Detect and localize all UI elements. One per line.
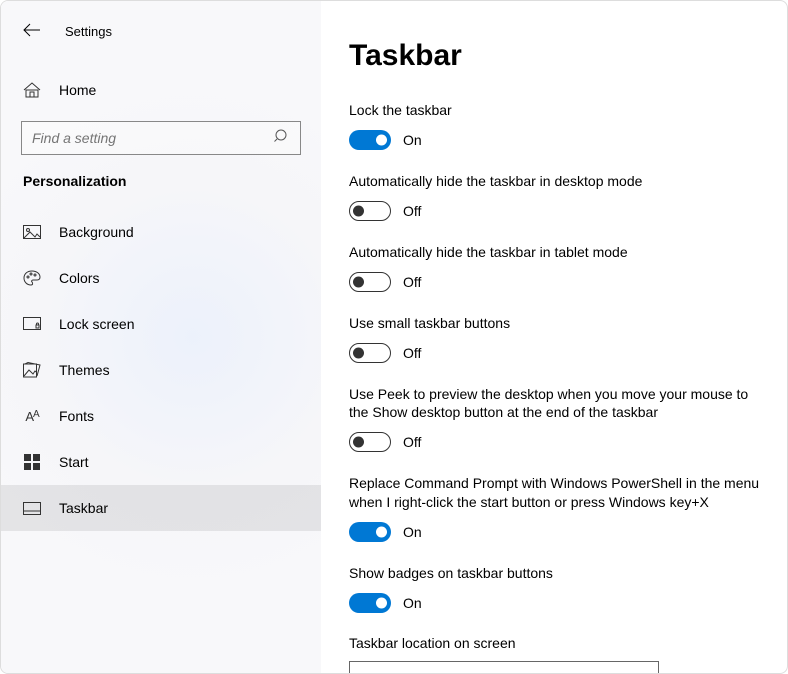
setting-badges: Show badges on taskbar buttons On — [349, 564, 763, 613]
dropdown-value: Bottom — [360, 670, 404, 673]
sidebar-item-colors[interactable]: Colors — [1, 255, 321, 301]
toggle-small-buttons[interactable] — [349, 343, 391, 363]
fonts-icon: AA — [23, 409, 41, 424]
sidebar-item-label: Start — [59, 454, 89, 470]
toggle-state: Off — [403, 274, 421, 290]
search-input[interactable] — [32, 130, 274, 146]
main-panel: Taskbar Lock the taskbar On Automaticall… — [321, 1, 787, 673]
toggle-state: On — [403, 132, 422, 148]
window-header: Settings — [1, 15, 321, 47]
arrow-left-icon — [23, 23, 41, 37]
sidebar-item-taskbar[interactable]: Taskbar — [1, 485, 321, 531]
toggle-state: On — [403, 595, 422, 611]
search-box[interactable] — [21, 121, 301, 155]
setting-label: Automatically hide the taskbar in deskto… — [349, 172, 763, 191]
sidebar: Settings Home Personalization — [1, 1, 321, 673]
back-button[interactable] — [23, 23, 41, 40]
settings-window: Settings Home Personalization — [0, 0, 788, 674]
sidebar-item-label: Lock screen — [59, 316, 134, 332]
sidebar-item-label: Colors — [59, 270, 99, 286]
setting-label: Replace Command Prompt with Windows Powe… — [349, 474, 763, 512]
setting-label: Lock the taskbar — [349, 101, 763, 120]
picture-icon — [23, 225, 41, 239]
sidebar-item-label: Fonts — [59, 408, 94, 424]
toggle-state: Off — [403, 345, 421, 361]
toggle-powershell[interactable] — [349, 522, 391, 542]
setting-peek: Use Peek to preview the desktop when you… — [349, 385, 763, 453]
sidebar-item-label: Taskbar — [59, 500, 108, 516]
setting-powershell: Replace Command Prompt with Windows Powe… — [349, 474, 763, 542]
sidebar-item-background[interactable]: Background — [1, 209, 321, 255]
lock-screen-icon — [23, 317, 41, 331]
setting-label: Automatically hide the taskbar in tablet… — [349, 243, 763, 262]
setting-label: Use Peek to preview the desktop when you… — [349, 385, 763, 423]
page-title: Taskbar — [349, 39, 763, 73]
home-nav[interactable]: Home — [1, 67, 321, 113]
sidebar-item-label: Background — [59, 224, 134, 240]
setting-autohide-desktop: Automatically hide the taskbar in deskto… — [349, 172, 763, 221]
toggle-state: Off — [403, 434, 421, 450]
toggle-autohide-desktop[interactable] — [349, 201, 391, 221]
setting-small-buttons: Use small taskbar buttons Off — [349, 314, 763, 363]
window-title: Settings — [65, 24, 112, 39]
nav-list: Background Colors Lock screen — [1, 209, 321, 531]
sidebar-item-lockscreen[interactable]: Lock screen — [1, 301, 321, 347]
toggle-lock-taskbar[interactable] — [349, 130, 391, 150]
chevron-down-icon — [636, 670, 648, 673]
sidebar-item-themes[interactable]: Themes — [1, 347, 321, 393]
home-icon — [23, 82, 41, 98]
setting-lock-taskbar: Lock the taskbar On — [349, 101, 763, 150]
category-heading: Personalization — [1, 155, 321, 203]
sidebar-item-start[interactable]: Start — [1, 439, 321, 485]
palette-icon — [23, 270, 41, 286]
setting-label: Use small taskbar buttons — [349, 314, 763, 333]
toggle-peek[interactable] — [349, 432, 391, 452]
toggle-autohide-tablet[interactable] — [349, 272, 391, 292]
home-label: Home — [59, 82, 96, 98]
sidebar-item-fonts[interactable]: AA Fonts — [1, 393, 321, 439]
search-container — [1, 113, 321, 155]
toggle-state: On — [403, 524, 422, 540]
setting-label: Show badges on taskbar buttons — [349, 564, 763, 583]
themes-icon — [23, 362, 41, 378]
setting-autohide-tablet: Automatically hide the taskbar in tablet… — [349, 243, 763, 292]
toggle-badges[interactable] — [349, 593, 391, 613]
toggle-state: Off — [403, 203, 421, 219]
search-icon — [274, 128, 290, 149]
sidebar-item-label: Themes — [59, 362, 110, 378]
taskbar-location-dropdown[interactable]: Bottom — [349, 661, 659, 673]
start-icon — [23, 454, 41, 470]
dropdown-label: Taskbar location on screen — [349, 635, 763, 651]
taskbar-icon — [23, 502, 41, 515]
